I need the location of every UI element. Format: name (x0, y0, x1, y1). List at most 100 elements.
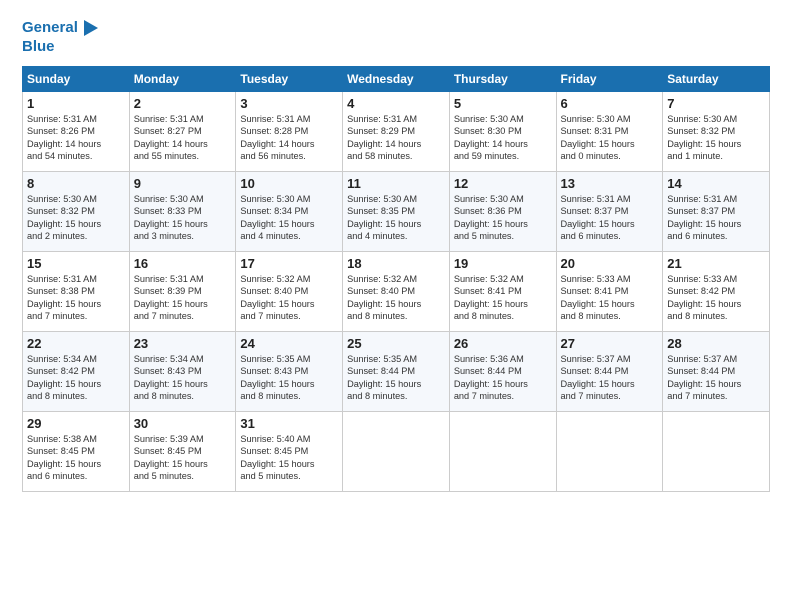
cell-text: Sunrise: 5:35 AMSunset: 8:43 PMDaylight:… (240, 353, 338, 403)
header-row: General Blue (22, 18, 770, 56)
calendar-cell: 29 Sunrise: 5:38 AMSunset: 8:45 PMDayligh… (23, 412, 130, 492)
calendar-week-row: 15Sunrise: 5:31 AMSunset: 8:38 PMDayligh… (23, 252, 770, 332)
cell-text: Sunrise: 5:35 AMSunset: 8:44 PMDaylight:… (347, 353, 445, 403)
calendar-cell: 30 Sunrise: 5:39 AMSunset: 8:45 PMDayligh… (129, 412, 236, 492)
calendar-cell: 6 Sunrise: 5:30 AMSunset: 8:31 PMDaylight… (556, 92, 663, 172)
day-number: 16 (134, 256, 232, 271)
day-number: 4 (347, 96, 445, 111)
day-number: 17 (240, 256, 338, 271)
calendar-cell: 27 Sunrise: 5:37 AMSunset: 8:44 PMDayligh… (556, 332, 663, 412)
calendar-cell: 17 Sunrise: 5:32 AMSunset: 8:40 PMDayligh… (236, 252, 343, 332)
calendar-cell: 23 Sunrise: 5:34 AMSunset: 8:43 PMDayligh… (129, 332, 236, 412)
cell-text: Sunrise: 5:30 AMSunset: 8:35 PMDaylight:… (347, 193, 445, 243)
day-number: 9 (134, 176, 232, 191)
cell-text: Sunrise: 5:32 AMSunset: 8:41 PMDaylight:… (454, 273, 552, 323)
day-number: 23 (134, 336, 232, 351)
cell-text: Sunrise: 5:37 AMSunset: 8:44 PMDaylight:… (667, 353, 765, 403)
weekday-header-cell: Friday (556, 67, 663, 92)
day-number: 25 (347, 336, 445, 351)
day-number: 6 (561, 96, 659, 111)
cell-text: Sunrise: 5:33 AMSunset: 8:42 PMDaylight:… (667, 273, 765, 323)
day-number: 22 (27, 336, 125, 351)
day-number: 31 (240, 416, 338, 431)
calendar-cell: 3Sunrise: 5:31 AMSunset: 8:28 PMDaylight… (236, 92, 343, 172)
cell-text: Sunrise: 5:31 AMSunset: 8:38 PMDaylight:… (27, 273, 125, 323)
day-number: 20 (561, 256, 659, 271)
day-number: 14 (667, 176, 765, 191)
logo-text-general: General (22, 19, 78, 37)
day-number: 27 (561, 336, 659, 351)
day-number: 10 (240, 176, 338, 191)
calendar-cell: 31 Sunrise: 5:40 AMSunset: 8:45 PMDayligh… (236, 412, 343, 492)
calendar-cell: 8 Sunrise: 5:30 AMSunset: 8:32 PMDaylight… (23, 172, 130, 252)
cell-text: Sunrise: 5:31 AMSunset: 8:29 PMDaylight:… (347, 113, 445, 163)
logo: General Blue (22, 18, 100, 56)
day-number: 29 (27, 416, 125, 431)
page: General Blue SundayMondayTuesdayWednesda… (0, 0, 792, 612)
calendar-week-row: 22 Sunrise: 5:34 AMSunset: 8:42 PMDayligh… (23, 332, 770, 412)
cell-text: Sunrise: 5:40 AMSunset: 8:45 PMDaylight:… (240, 433, 338, 483)
weekday-header-cell: Wednesday (343, 67, 450, 92)
weekday-header-row: SundayMondayTuesdayWednesdayThursdayFrid… (23, 67, 770, 92)
calendar-cell: 22 Sunrise: 5:34 AMSunset: 8:42 PMDayligh… (23, 332, 130, 412)
calendar-cell: 13Sunrise: 5:31 AMSunset: 8:37 PMDayligh… (556, 172, 663, 252)
cell-text: Sunrise: 5:30 AMSunset: 8:32 PMDaylight:… (27, 193, 125, 243)
day-number: 28 (667, 336, 765, 351)
calendar-cell: 2 Sunrise: 5:31 AMSunset: 8:27 PMDaylight… (129, 92, 236, 172)
cell-text: Sunrise: 5:31 AMSunset: 8:39 PMDaylight:… (134, 273, 232, 323)
calendar-cell: 19 Sunrise: 5:32 AMSunset: 8:41 PMDayligh… (449, 252, 556, 332)
cell-text: Sunrise: 5:30 AMSunset: 8:30 PMDaylight:… (454, 113, 552, 163)
day-number: 13 (561, 176, 659, 191)
weekday-header-cell: Tuesday (236, 67, 343, 92)
calendar-cell (556, 412, 663, 492)
day-number: 7 (667, 96, 765, 111)
cell-text: Sunrise: 5:32 AMSunset: 8:40 PMDaylight:… (347, 273, 445, 323)
day-number: 1 (27, 96, 125, 111)
cell-text: Sunrise: 5:31 AMSunset: 8:26 PMDaylight:… (27, 113, 125, 163)
calendar-cell: 24 Sunrise: 5:35 AMSunset: 8:43 PMDayligh… (236, 332, 343, 412)
calendar-cell: 26Sunrise: 5:36 AMSunset: 8:44 PMDayligh… (449, 332, 556, 412)
cell-text: Sunrise: 5:30 AMSunset: 8:31 PMDaylight:… (561, 113, 659, 163)
day-number: 11 (347, 176, 445, 191)
calendar-cell: 15Sunrise: 5:31 AMSunset: 8:38 PMDayligh… (23, 252, 130, 332)
weekday-header-cell: Thursday (449, 67, 556, 92)
weekday-header-cell: Sunday (23, 67, 130, 92)
cell-text: Sunrise: 5:33 AMSunset: 8:41 PMDaylight:… (561, 273, 659, 323)
weekday-header-cell: Saturday (663, 67, 770, 92)
cell-text: Sunrise: 5:34 AMSunset: 8:43 PMDaylight:… (134, 353, 232, 403)
day-number: 5 (454, 96, 552, 111)
calendar-week-row: 1 Sunrise: 5:31 AMSunset: 8:26 PMDaylight… (23, 92, 770, 172)
calendar-cell: 11 Sunrise: 5:30 AMSunset: 8:35 PMDayligh… (343, 172, 450, 252)
cell-text: Sunrise: 5:32 AMSunset: 8:40 PMDaylight:… (240, 273, 338, 323)
logo-text-blue: Blue (22, 38, 100, 56)
calendar-cell (663, 412, 770, 492)
logo-icon (78, 18, 100, 38)
day-number: 2 (134, 96, 232, 111)
cell-text: Sunrise: 5:39 AMSunset: 8:45 PMDaylight:… (134, 433, 232, 483)
calendar-week-row: 8 Sunrise: 5:30 AMSunset: 8:32 PMDaylight… (23, 172, 770, 252)
calendar-cell (449, 412, 556, 492)
cell-text: Sunrise: 5:36 AMSunset: 8:44 PMDaylight:… (454, 353, 552, 403)
day-number: 18 (347, 256, 445, 271)
day-number: 24 (240, 336, 338, 351)
calendar-cell: 4 Sunrise: 5:31 AMSunset: 8:29 PMDaylight… (343, 92, 450, 172)
day-number: 8 (27, 176, 125, 191)
calendar-body: 1 Sunrise: 5:31 AMSunset: 8:26 PMDaylight… (23, 92, 770, 492)
calendar-cell: 7 Sunrise: 5:30 AMSunset: 8:32 PMDaylight… (663, 92, 770, 172)
cell-text: Sunrise: 5:34 AMSunset: 8:42 PMDaylight:… (27, 353, 125, 403)
calendar-cell: 28 Sunrise: 5:37 AMSunset: 8:44 PMDayligh… (663, 332, 770, 412)
calendar-cell: 16 Sunrise: 5:31 AMSunset: 8:39 PMDayligh… (129, 252, 236, 332)
calendar-cell: 10Sunrise: 5:30 AMSunset: 8:34 PMDayligh… (236, 172, 343, 252)
calendar-week-row: 29 Sunrise: 5:38 AMSunset: 8:45 PMDayligh… (23, 412, 770, 492)
calendar-cell (343, 412, 450, 492)
calendar-cell: 1 Sunrise: 5:31 AMSunset: 8:26 PMDaylight… (23, 92, 130, 172)
cell-text: Sunrise: 5:38 AMSunset: 8:45 PMDaylight:… (27, 433, 125, 483)
cell-text: Sunrise: 5:37 AMSunset: 8:44 PMDaylight:… (561, 353, 659, 403)
day-number: 19 (454, 256, 552, 271)
day-number: 12 (454, 176, 552, 191)
cell-text: Sunrise: 5:30 AMSunset: 8:33 PMDaylight:… (134, 193, 232, 243)
calendar-cell: 21Sunrise: 5:33 AMSunset: 8:42 PMDayligh… (663, 252, 770, 332)
cell-text: Sunrise: 5:30 AMSunset: 8:32 PMDaylight:… (667, 113, 765, 163)
day-number: 30 (134, 416, 232, 431)
cell-text: Sunrise: 5:31 AMSunset: 8:27 PMDaylight:… (134, 113, 232, 163)
